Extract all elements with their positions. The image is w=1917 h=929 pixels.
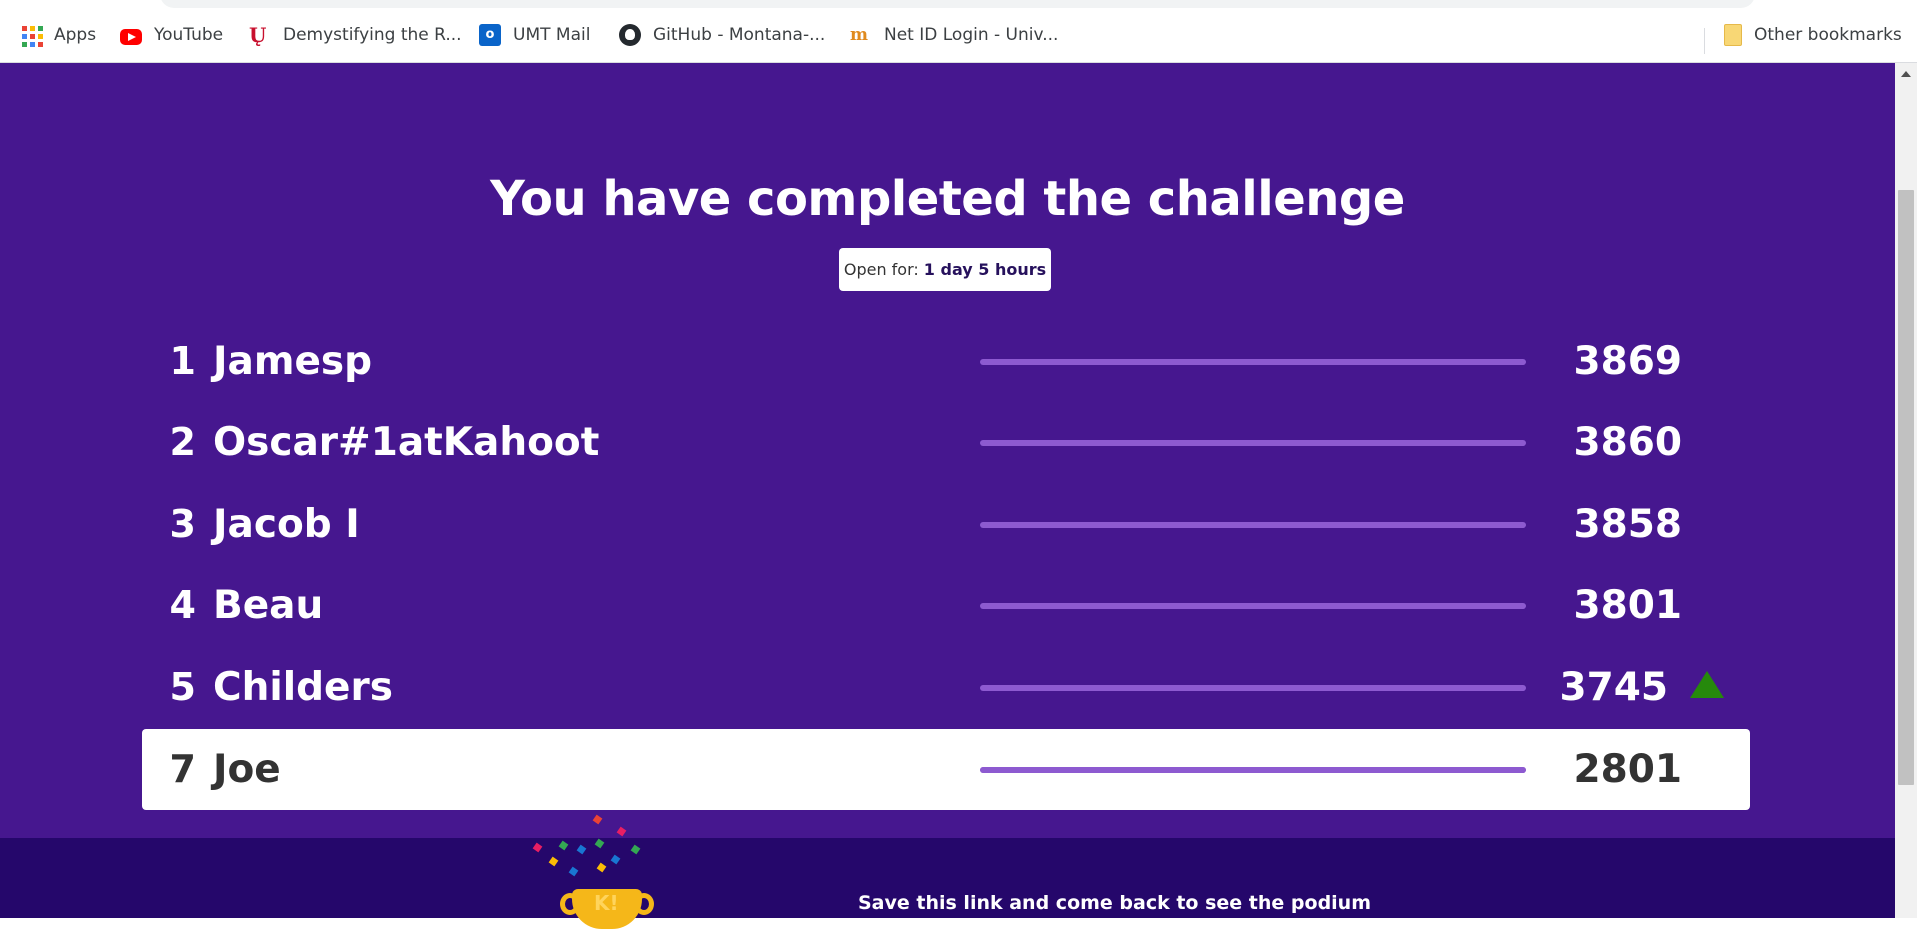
player-rank: 4 xyxy=(169,583,196,627)
score-progress-bar xyxy=(980,767,1526,773)
player-name: Jamesp xyxy=(213,339,373,384)
player-rank: 2 xyxy=(169,420,196,464)
player-name: Beau xyxy=(213,583,324,628)
github-icon xyxy=(619,24,641,46)
score-progress-bar xyxy=(980,685,1526,691)
page-scrollbar[interactable] xyxy=(1895,63,1917,918)
score-progress-fill xyxy=(980,603,1526,609)
score-progress-fill xyxy=(980,359,1526,365)
player-rank: 3 xyxy=(169,502,196,546)
bookmark-youtube[interactable]: YouTube xyxy=(120,22,223,48)
bookmark-umt-mail[interactable]: o UMT Mail xyxy=(479,22,590,48)
player-name: Jacob I xyxy=(213,502,360,547)
player-rank: 5 xyxy=(169,665,196,709)
page-title: You have completed the challenge xyxy=(490,171,1405,227)
bookmark-apps[interactable]: Apps xyxy=(20,22,96,48)
bookmark-demystifying[interactable]: Ų Demystifying the R... xyxy=(249,22,462,48)
bookmark-label: Other bookmarks xyxy=(1754,25,1902,45)
bookmark-label: UMT Mail xyxy=(513,25,591,45)
open-for-value: 1 day 5 hours xyxy=(923,260,1047,279)
apps-icon xyxy=(20,24,43,47)
player-name: Oscar#1atKahoot xyxy=(213,420,600,465)
player-name: Joe xyxy=(213,747,281,792)
player-rank: 7 xyxy=(169,747,196,791)
open-for-label: Open for: xyxy=(843,260,919,279)
bookmark-github[interactable]: GitHub - Montana-... xyxy=(619,22,825,48)
leaderboard-row: 5 Childers 3745 xyxy=(142,647,1750,728)
address-bar-edge[interactable] xyxy=(160,0,1755,8)
bookmark-label: YouTube xyxy=(154,25,224,45)
player-score: 2801 xyxy=(1573,747,1682,792)
player-score: 3869 xyxy=(1573,339,1682,384)
score-progress-fill xyxy=(980,767,1526,773)
bookmark-netid[interactable]: m Net ID Login - Univ... xyxy=(850,22,1058,48)
score-progress-fill xyxy=(980,440,1526,446)
player-score: 3860 xyxy=(1573,420,1682,465)
leaderboard-row: 1 Jamesp 3869 xyxy=(142,321,1750,402)
bookmarks-bar: Apps YouTube Ų Demystifying the R... o U… xyxy=(0,8,1917,63)
bookmark-label: Demystifying the R... xyxy=(283,25,462,45)
scroll-up-arrow-icon[interactable] xyxy=(1901,71,1911,77)
bookmark-label: GitHub - Montana-... xyxy=(653,25,826,45)
leaderboard-row: 3 Jacob I 3858 xyxy=(142,484,1750,565)
score-progress-bar xyxy=(980,603,1526,609)
score-progress-bar xyxy=(980,440,1526,446)
player-score: 3858 xyxy=(1573,502,1682,547)
uq-icon: Ų xyxy=(249,23,267,47)
score-progress-bar xyxy=(980,522,1526,528)
player-name: Childers xyxy=(213,665,393,710)
trophy-logo-text: K! xyxy=(594,891,619,915)
rank-up-arrow-icon xyxy=(1690,671,1724,698)
bookmark-other[interactable]: Other bookmarks xyxy=(1724,22,1902,48)
youtube-icon xyxy=(120,28,142,45)
score-progress-fill xyxy=(980,522,1526,528)
save-link-message: Save this link and come back to see the … xyxy=(858,892,1371,914)
bookmark-label: Apps xyxy=(54,25,97,45)
current-player-row: 7 Joe 2801 xyxy=(142,729,1750,810)
player-score: 3745 xyxy=(1559,665,1668,710)
bookmarks-divider xyxy=(1704,28,1705,54)
browser-top-strip xyxy=(0,0,1917,8)
score-progress-fill xyxy=(980,685,1526,691)
player-score: 3801 xyxy=(1573,583,1682,628)
leaderboard-row: 2 Oscar#1atKahoot 3860 xyxy=(142,402,1750,483)
trophy-icon: K! xyxy=(556,883,662,929)
scrollbar-thumb[interactable] xyxy=(1898,190,1914,785)
netid-icon: m xyxy=(850,25,868,45)
score-progress-bar xyxy=(980,359,1526,365)
podium-footer: Save this link and come back to see the … xyxy=(0,838,1895,918)
player-rank: 1 xyxy=(169,339,196,383)
folder-icon xyxy=(1724,24,1742,46)
bookmark-label: Net ID Login - Univ... xyxy=(884,25,1059,45)
challenge-results-panel: You have completed the challenge Open fo… xyxy=(0,63,1895,838)
leaderboard-row: 4 Beau 3801 xyxy=(142,565,1750,646)
outlook-icon: o xyxy=(479,24,501,46)
open-for-badge: Open for: 1 day 5 hours xyxy=(839,248,1051,291)
